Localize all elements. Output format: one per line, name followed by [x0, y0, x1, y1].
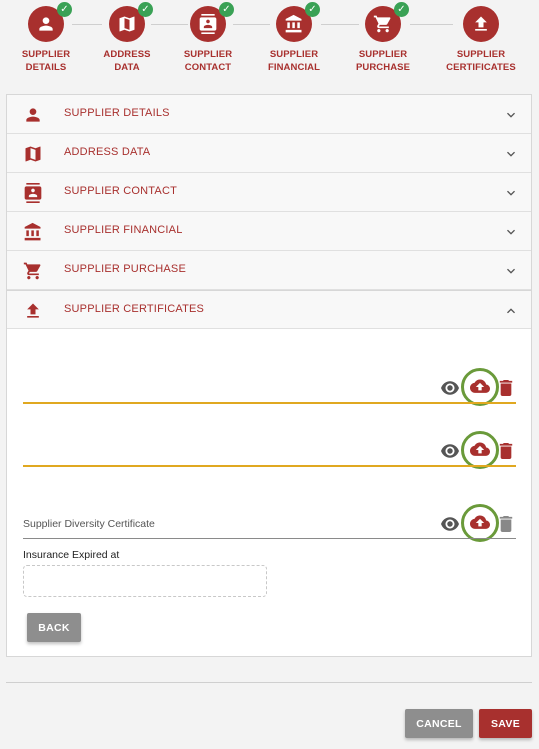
trash-icon[interactable]: [499, 380, 513, 396]
chevron-down-icon[interactable]: [503, 224, 519, 240]
person-icon: [23, 105, 43, 125]
step-label-line: PURCHASE: [355, 62, 411, 73]
cloud-upload-icon[interactable]: [461, 504, 499, 542]
step-address-data[interactable]: ✓ ADDRESS DATA: [82, 2, 172, 74]
cloud-upload-icon[interactable]: [461, 431, 499, 469]
step-label-line: SUPPLIER: [269, 49, 319, 60]
step-supplier-contact[interactable]: ✓ SUPPLIER CONTACT: [163, 2, 253, 74]
cancel-button[interactable]: CANCEL: [405, 709, 473, 738]
certificate-field[interactable]: [23, 368, 516, 406]
eye-icon[interactable]: [441, 444, 459, 458]
step-label-line: CONTACT: [184, 62, 232, 73]
step-circle: ✓: [109, 2, 153, 42]
chevron-down-icon[interactable]: [503, 185, 519, 201]
accordion-panel: SUPPLIER DETAILS ADDRESS DATA SUPPLIER C…: [6, 94, 532, 657]
step-circle: ✓: [28, 2, 72, 42]
map-icon: [23, 144, 43, 164]
step-label-line: DETAILS: [25, 62, 67, 73]
field-underline: [23, 465, 516, 467]
trash-icon[interactable]: [499, 516, 513, 532]
upload-icon: [23, 301, 43, 321]
accordion-title: ADDRESS DATA: [64, 146, 151, 158]
step-supplier-purchase[interactable]: ✓ SUPPLIER PURCHASE: [338, 2, 428, 74]
trash-icon[interactable]: [499, 443, 513, 459]
insurance-expired-date-input[interactable]: [23, 565, 267, 597]
step-label: ADDRESS DATA: [82, 48, 172, 74]
check-icon: ✓: [219, 2, 234, 17]
accordion-title: SUPPLIER PURCHASE: [64, 263, 186, 275]
eye-icon[interactable]: [441, 381, 459, 395]
person-icon: [39, 17, 53, 31]
certificate-label: Supplier Diversity Certificate: [23, 518, 155, 530]
step-label: SUPPLIER PURCHASE: [338, 48, 428, 74]
upload-icon: [475, 16, 487, 31]
accordion-title: SUPPLIER FINANCIAL: [64, 224, 183, 236]
check-icon: ✓: [394, 2, 409, 17]
accordion-item-supplier-contact[interactable]: SUPPLIER CONTACT: [7, 173, 531, 212]
accordion-title: SUPPLIER CERTIFICATES: [64, 303, 205, 315]
step-supplier-certificates[interactable]: SUPPLIER CERTIFICATES: [436, 6, 526, 74]
accordion-item-supplier-details[interactable]: SUPPLIER DETAILS: [7, 95, 531, 134]
step-supplier-details[interactable]: ✓ SUPPLIER DETAILS: [1, 2, 91, 74]
accordion-item-supplier-financial[interactable]: SUPPLIER FINANCIAL: [7, 212, 531, 251]
certificate-actions: [436, 504, 516, 542]
back-button[interactable]: BACK: [27, 613, 81, 642]
step-circle: [463, 6, 499, 42]
chevron-down-icon[interactable]: [503, 107, 519, 123]
accordion-item-address-data[interactable]: ADDRESS DATA: [7, 134, 531, 173]
save-button[interactable]: SAVE: [479, 709, 532, 738]
field-underline: [23, 538, 516, 539]
certificate-field[interactable]: [23, 431, 516, 469]
step-label: SUPPLIER DETAILS: [1, 48, 91, 74]
chevron-down-icon[interactable]: [503, 263, 519, 279]
chevron-up-icon[interactable]: [503, 303, 519, 319]
certificate-actions: [436, 368, 516, 406]
accordion-item-supplier-purchase[interactable]: SUPPLIER PURCHASE: [7, 251, 531, 290]
cloud-upload-icon[interactable]: [461, 368, 499, 406]
certificate-field-supplier-diversity[interactable]: Supplier Diversity Certificate: [23, 504, 516, 542]
check-icon: ✓: [57, 2, 72, 17]
check-icon: ✓: [138, 2, 153, 17]
step-circle: ✓: [365, 2, 409, 42]
step-circle: ✓: [190, 2, 234, 42]
step-label-line: SUPPLIER: [183, 49, 233, 60]
step-label-line: FINANCIAL: [267, 62, 321, 73]
accordion-title: SUPPLIER CONTACT: [64, 185, 178, 197]
step-label: SUPPLIER CERTIFICATES: [436, 48, 526, 74]
step-label-line: ADDRESS: [103, 49, 151, 60]
eye-icon[interactable]: [441, 517, 459, 531]
footer-divider: [6, 682, 532, 683]
step-label-line: SUPPLIER: [456, 49, 506, 60]
step-label-line: DATA: [114, 62, 140, 73]
progress-stepper: ✓ SUPPLIER DETAILS ✓ ADDRESS DATA ✓ SUPPLI…: [0, 0, 539, 82]
step-label-line: CERTIFICATES: [446, 62, 516, 73]
step-supplier-financial[interactable]: ✓ SUPPLIER FINANCIAL: [249, 2, 339, 74]
insurance-expired-label: Insurance Expired at: [23, 549, 120, 561]
step-circle: ✓: [276, 2, 320, 42]
check-icon: ✓: [305, 2, 320, 17]
field-underline: [23, 402, 516, 404]
certificate-actions: [436, 431, 516, 469]
certificates-body: Supplier Diversity Certificate Insurance…: [7, 329, 531, 657]
bank-icon: [23, 222, 43, 242]
accordion-title: SUPPLIER DETAILS: [64, 107, 170, 119]
contact-card-icon: [23, 183, 43, 203]
step-label-line: SUPPLIER: [358, 49, 408, 60]
step-label: SUPPLIER CONTACT: [163, 48, 253, 74]
cart-icon: [373, 15, 391, 33]
accordion-item-supplier-certificates[interactable]: SUPPLIER CERTIFICATES: [7, 290, 531, 329]
map-icon: [119, 16, 135, 32]
chevron-down-icon[interactable]: [503, 146, 519, 162]
cart-icon: [23, 261, 43, 281]
step-label-line: SUPPLIER: [21, 49, 71, 60]
step-label: SUPPLIER FINANCIAL: [249, 48, 339, 74]
bank-icon: [285, 14, 302, 33]
contact-card-icon: [199, 14, 217, 34]
